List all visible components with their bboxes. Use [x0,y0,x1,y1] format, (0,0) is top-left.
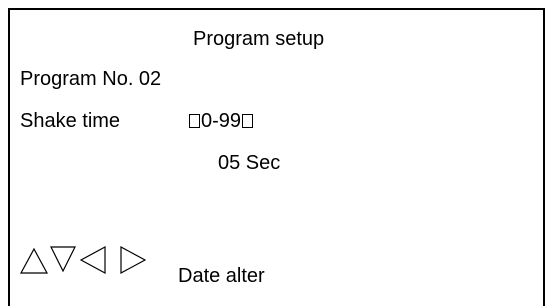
shake-time-range: 0-99 [201,110,242,132]
right-triangle-icon[interactable] [120,246,146,274]
program-number-label: Program No. 02 [20,68,162,90]
left-triangle-icon[interactable] [80,246,106,274]
screen-title: Program setup [193,28,325,50]
date-alter-label: Date alter [178,265,265,287]
down-triangle-icon[interactable] [50,246,76,272]
shake-time-label: Shake time [20,110,121,132]
up-triangle-icon[interactable] [20,248,48,274]
range-close-box-icon [242,114,254,128]
range-open-box-icon [189,114,200,128]
shake-time-row: Shake time 0-99 [20,109,254,133]
shake-time-value[interactable]: 05 Sec [218,151,280,175]
